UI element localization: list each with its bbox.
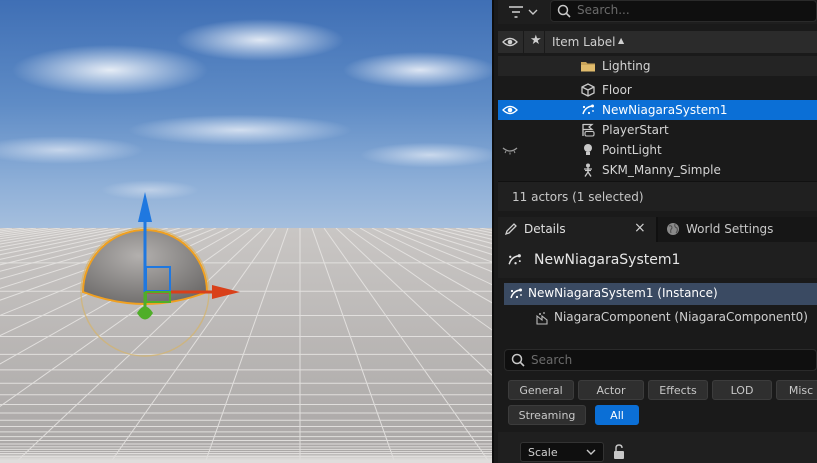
outliner-item-label: NewNiagaraSystem1 xyxy=(602,103,728,117)
component-row-instance[interactable]: NewNiagaraSystem1 (Instance) xyxy=(504,283,817,305)
filter-all[interactable]: All xyxy=(595,405,639,425)
component-tree: NewNiagaraSystem1 (Instance) NiagaraComp… xyxy=(498,278,817,342)
filter-actor[interactable]: Actor xyxy=(578,380,644,400)
outliner-row-playerstart[interactable]: PlayerStart xyxy=(498,120,817,140)
point-light-icon xyxy=(584,144,592,155)
outliner-toolbar: Search... xyxy=(498,0,817,24)
filter-button[interactable] xyxy=(506,3,542,21)
outliner-row-floor[interactable]: Floor xyxy=(498,80,817,100)
component-row-niagara[interactable]: NiagaraComponent (NiagaraComponent0) xyxy=(504,307,817,329)
filter-effects[interactable]: Effects xyxy=(648,380,708,400)
filter-general[interactable]: General xyxy=(508,380,574,400)
column-item-label[interactable]: Item Label xyxy=(552,35,616,49)
filter-icon xyxy=(509,6,538,18)
folder-icon xyxy=(581,62,595,72)
column-divider xyxy=(544,31,545,53)
niagara-component-icon xyxy=(536,312,548,325)
outliner-search-input[interactable]: Search... xyxy=(550,0,817,22)
outliner-item-label: Lighting xyxy=(602,59,651,73)
tab-details[interactable]: Details × xyxy=(498,217,656,242)
details-search-row: Search xyxy=(498,347,817,373)
tab-world-settings[interactable]: World Settings xyxy=(658,217,817,242)
chevron-down-icon xyxy=(586,449,596,455)
unlock-icon[interactable] xyxy=(612,444,626,460)
search-icon xyxy=(557,4,571,18)
details-tab-bar: Details × World Settings xyxy=(498,217,817,242)
component-label: NiagaraComponent (NiagaraComponent0) xyxy=(554,310,808,324)
component-label: NewNiagaraSystem1 (Instance) xyxy=(528,286,718,300)
outliner-row-pointlight[interactable]: PointLight xyxy=(498,140,817,160)
outliner-column-header: ★ Item Label ▲ xyxy=(498,31,817,53)
actor-count-status: 11 actors (1 selected) xyxy=(512,190,644,204)
pencil-icon xyxy=(504,223,517,236)
skeletal-mesh-icon xyxy=(584,163,592,177)
player-start-icon xyxy=(582,123,595,137)
search-icon xyxy=(511,353,525,367)
close-tab-icon[interactable]: × xyxy=(634,220,646,236)
filter-misc[interactable]: Misc xyxy=(776,380,817,400)
details-actor-header: NewNiagaraSystem1 xyxy=(498,242,817,278)
globe-icon xyxy=(667,223,679,235)
actor-name-label[interactable]: NewNiagaraSystem1 xyxy=(534,252,680,268)
selected-actor-gizmo[interactable] xyxy=(0,0,492,463)
filter-lod[interactable]: LOD xyxy=(712,380,772,400)
scale-dropdown[interactable]: Scale xyxy=(520,442,604,462)
column-divider xyxy=(523,31,524,53)
visibility-eye-icon[interactable] xyxy=(502,104,518,116)
outliner-row-niagara-system[interactable]: NewNiagaraSystem1 xyxy=(498,100,817,120)
outliner-status-bar: 11 actors (1 selected) xyxy=(498,181,817,211)
tab-world-settings-label: World Settings xyxy=(686,222,774,236)
outliner-item-label: PointLight xyxy=(602,143,662,157)
niagara-system-icon xyxy=(582,104,594,115)
outliner-item-label: PlayerStart xyxy=(602,123,669,137)
details-search-placeholder: Search xyxy=(531,353,573,367)
filter-streaming[interactable]: Streaming xyxy=(508,405,586,425)
transform-property-row: Scale xyxy=(498,432,817,463)
outliner-item-label: Floor xyxy=(602,83,632,97)
niagara-system-icon xyxy=(510,288,522,299)
hidden-eye-icon[interactable] xyxy=(502,145,518,155)
pinned-star-icon[interactable]: ★ xyxy=(530,33,542,48)
outliner-item-label: SKM_Manny_Simple xyxy=(602,163,721,177)
outliner-row-lighting[interactable]: Lighting xyxy=(498,56,817,76)
sort-ascending-icon[interactable]: ▲ xyxy=(618,36,624,45)
details-search-input[interactable]: Search xyxy=(504,349,817,371)
scale-dropdown-label: Scale xyxy=(528,446,558,459)
level-viewport[interactable] xyxy=(0,0,492,463)
editor-side-panel: Search... ★ Item Label ▲ Lighting Floor xyxy=(492,0,817,463)
visibility-eye-icon[interactable] xyxy=(502,36,518,48)
static-mesh-icon xyxy=(581,83,595,97)
outliner-row-skm-manny[interactable]: SKM_Manny_Simple xyxy=(498,160,817,180)
tab-details-label: Details xyxy=(524,222,566,236)
outliner-search-placeholder: Search... xyxy=(577,3,630,17)
niagara-system-icon xyxy=(508,254,521,265)
